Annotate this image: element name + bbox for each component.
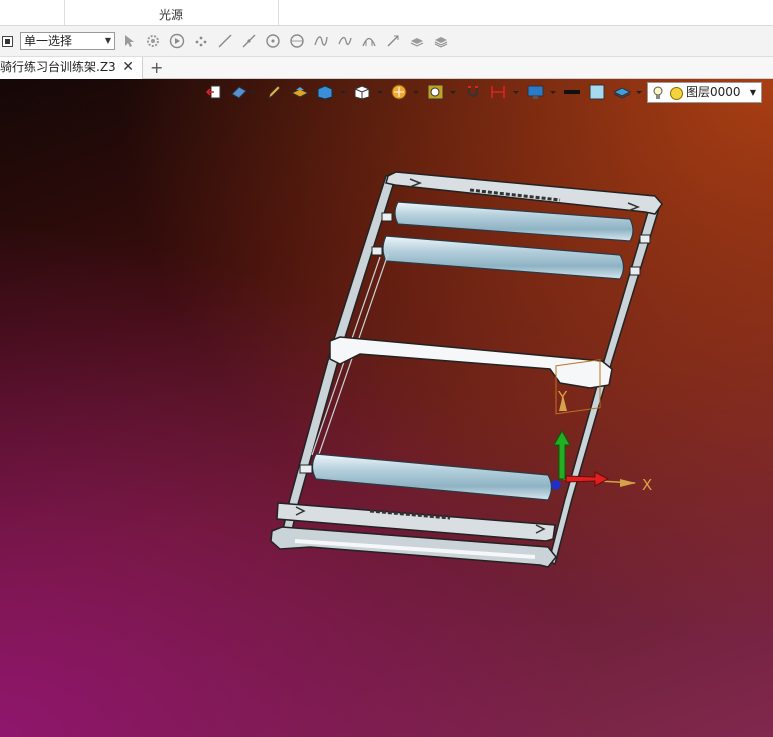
line-icon[interactable] [217, 33, 233, 49]
roller-axle [629, 266, 641, 276]
ribbon-group-label: 光源 [159, 8, 184, 22]
new-tab-button[interactable]: + [150, 57, 163, 78]
pick-arrow-icon[interactable] [121, 33, 137, 49]
body-pick-icon[interactable] [433, 33, 449, 49]
middle-crossbar [329, 336, 613, 389]
document-tab-bar: 骑行练习台训练架.Z3 ✕ + [0, 57, 773, 79]
circle-icon[interactable] [289, 33, 305, 49]
ribbon-group: 光源 [64, 0, 279, 25]
edge-pick-icon[interactable] [385, 33, 401, 49]
circle-center-icon[interactable] [265, 33, 281, 49]
arc-icon[interactable] [361, 33, 377, 49]
points-icon[interactable] [193, 33, 209, 49]
z-axis-dot [551, 480, 561, 490]
front-roller-1 [394, 201, 634, 242]
document-tab-label: 骑行练习台训练架.Z3 [0, 60, 116, 74]
selection-filter-value: 单一选择 [24, 34, 73, 48]
ribbon: 光源 [0, 0, 773, 26]
curve-points-icon[interactable] [313, 33, 329, 49]
line-point-icon[interactable] [241, 33, 257, 49]
pick-gear-icon[interactable] [145, 33, 161, 49]
selection-checkbox[interactable] [2, 36, 13, 47]
roller-axle [639, 234, 651, 244]
play-circle-icon[interactable] [169, 33, 185, 49]
document-tab[interactable]: 骑行练习台训练架.Z3 ✕ [0, 57, 143, 79]
y-axis-label: Y [557, 388, 568, 406]
y-axis-arrow [553, 429, 571, 480]
selection-toolbar: 单一选择 ▼ [0, 26, 773, 57]
face-pick-icon[interactable] [409, 33, 425, 49]
x-axis-label: X [642, 476, 652, 494]
roller-axle [299, 464, 313, 474]
roller-axle [381, 212, 393, 222]
x-axis-tip [620, 479, 636, 487]
chevron-down-icon: ▼ [104, 36, 111, 45]
curve-icon[interactable] [337, 33, 353, 49]
selection-filter-dropdown[interactable]: 单一选择 ▼ [20, 32, 115, 50]
roller-axle [371, 246, 383, 256]
rear-roller [311, 453, 553, 501]
close-icon[interactable]: ✕ [122, 57, 134, 78]
3d-viewport[interactable]: 有效的过滤器设置. 图层0000 ▼ X Y [0, 79, 773, 737]
trainer-frame-model[interactable]: X Y [0, 79, 773, 737]
front-roller-2 [382, 235, 625, 280]
